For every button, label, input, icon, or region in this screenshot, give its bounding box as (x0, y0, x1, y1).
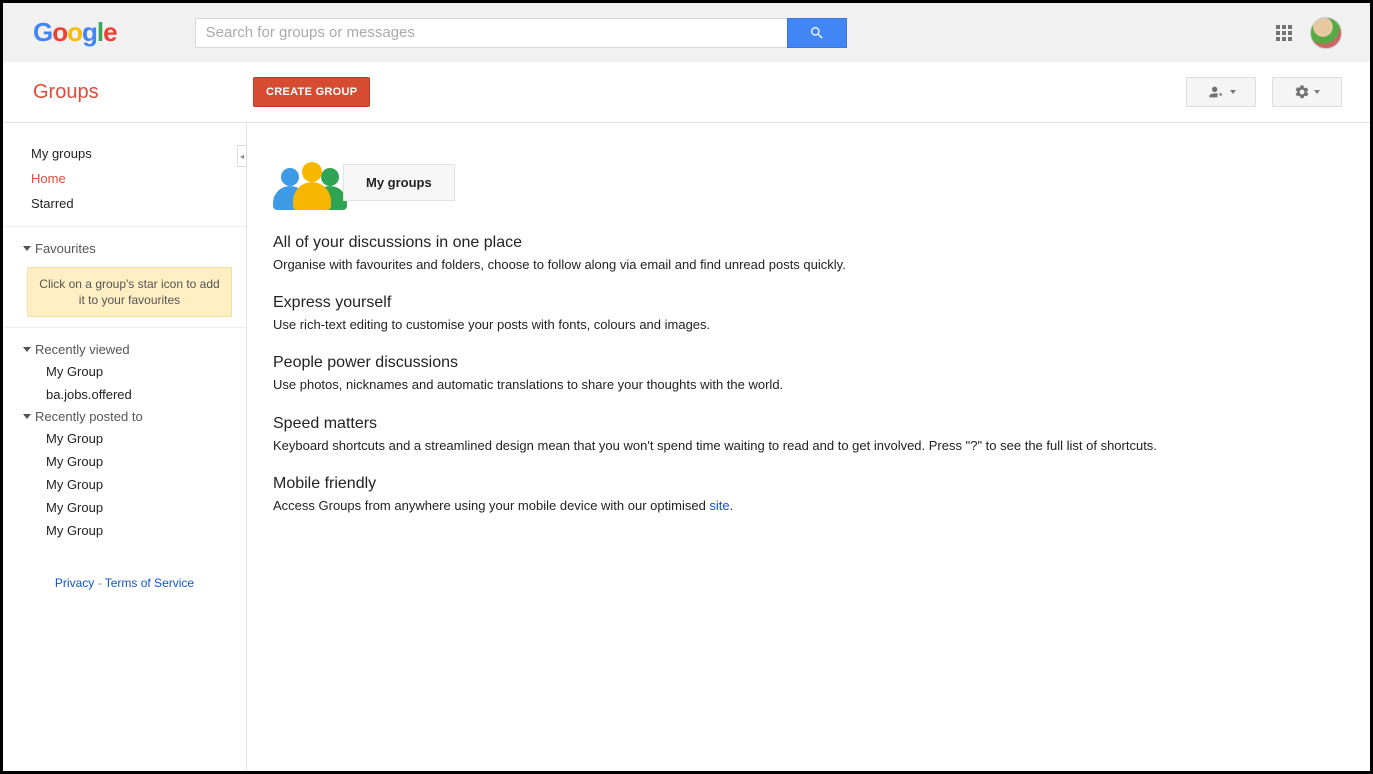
app-title: Groups (33, 81, 253, 104)
feature-body: Access Groups from anywhere using your m… (273, 497, 1193, 515)
list-item[interactable]: My Group (46, 519, 236, 542)
recently-viewed-header[interactable]: Recently viewed (23, 339, 236, 360)
feature-body: Organise with favourites and folders, ch… (273, 256, 1193, 274)
search-icon (809, 25, 825, 41)
second-bar: Groups CREATE GROUP (3, 62, 1370, 123)
sidebar-item-my-groups[interactable]: My groups (31, 141, 236, 166)
mobile-site-link[interactable]: site (709, 498, 729, 513)
mygroups-header: My groups (273, 155, 1370, 210)
collapse-handle[interactable]: ◂ (237, 145, 247, 167)
favourites-hint: Click on a group's star icon to add it t… (27, 267, 232, 317)
avatar[interactable] (1310, 17, 1342, 49)
separator: - (98, 576, 105, 590)
chevron-down-icon (23, 414, 31, 419)
feature-title: Mobile friendly (273, 475, 1193, 493)
privacy-link[interactable]: Privacy (55, 576, 94, 590)
chevron-down-icon (1230, 90, 1236, 94)
favourites-header[interactable]: Favourites (23, 238, 236, 259)
person-settings-icon (1206, 84, 1226, 100)
chevron-down-icon (1314, 90, 1320, 94)
secondbar-right (1186, 77, 1342, 107)
feature-block: Mobile friendly Access Groups from anywh… (273, 475, 1193, 515)
google-logo[interactable]: Google (33, 17, 117, 48)
list-item[interactable]: My Group (46, 360, 236, 383)
feature-block: Speed matters Keyboard shortcuts and a s… (273, 415, 1193, 455)
group-icon (273, 155, 353, 210)
create-group-button[interactable]: CREATE GROUP (253, 77, 370, 107)
recent-section: Recently viewed My Group ba.jobs.offered… (3, 328, 246, 552)
feature-title: All of your discussions in one place (273, 234, 1193, 252)
recently-posted-header[interactable]: Recently posted to (23, 406, 236, 427)
favourites-section: Favourites Click on a group's star icon … (3, 227, 246, 328)
feature-title: Express yourself (273, 294, 1193, 312)
recently-viewed-label: Recently viewed (35, 342, 130, 357)
footer-links: Privacy - Terms of Service (3, 552, 246, 590)
feature-block: All of your discussions in one place Org… (273, 234, 1193, 274)
feature-title: People power discussions (273, 354, 1193, 372)
feature-body: Use rich-text editing to customise your … (273, 316, 1193, 334)
main: ◂ My groups Home Starred Favourites Clic… (3, 123, 1370, 771)
sidebar-item-home[interactable]: Home (31, 166, 236, 191)
topbar-right (1276, 17, 1342, 49)
content: My groups All of your discussions in one… (247, 123, 1370, 771)
list-item[interactable]: My Group (46, 473, 236, 496)
page-title: My groups (343, 164, 455, 201)
search-wrap (195, 18, 847, 48)
list-item[interactable]: My Group (46, 496, 236, 519)
recently-viewed-list: My Group ba.jobs.offered (23, 360, 236, 406)
top-bar: Google (3, 3, 1370, 62)
tos-link[interactable]: Terms of Service (105, 576, 194, 590)
recently-posted-list: My Group My Group My Group My Group My G… (23, 427, 236, 542)
list-item[interactable]: My Group (46, 427, 236, 450)
search-button[interactable] (787, 18, 847, 48)
list-item[interactable]: ba.jobs.offered (46, 383, 236, 406)
chevron-down-icon (23, 347, 31, 352)
list-item[interactable]: My Group (46, 450, 236, 473)
sidebar: ◂ My groups Home Starred Favourites Clic… (3, 123, 247, 771)
recently-posted-label: Recently posted to (35, 409, 143, 424)
feature-title: Speed matters (273, 415, 1193, 433)
feature-body: Keyboard shortcuts and a streamlined des… (273, 437, 1193, 455)
settings-dropdown[interactable] (1272, 77, 1342, 107)
nav-primary: My groups Home Starred (3, 141, 246, 227)
feature-body: Use photos, nicknames and automatic tran… (273, 376, 1193, 394)
feature-block: Express yourself Use rich-text editing t… (273, 294, 1193, 334)
apps-icon[interactable] (1276, 25, 1292, 41)
sidebar-item-starred[interactable]: Starred (31, 191, 236, 216)
members-dropdown[interactable] (1186, 77, 1256, 107)
favourites-label: Favourites (35, 241, 96, 256)
chevron-down-icon (23, 246, 31, 251)
search-input[interactable] (195, 18, 787, 48)
feature-block: People power discussions Use photos, nic… (273, 354, 1193, 394)
gear-icon (1294, 84, 1310, 100)
